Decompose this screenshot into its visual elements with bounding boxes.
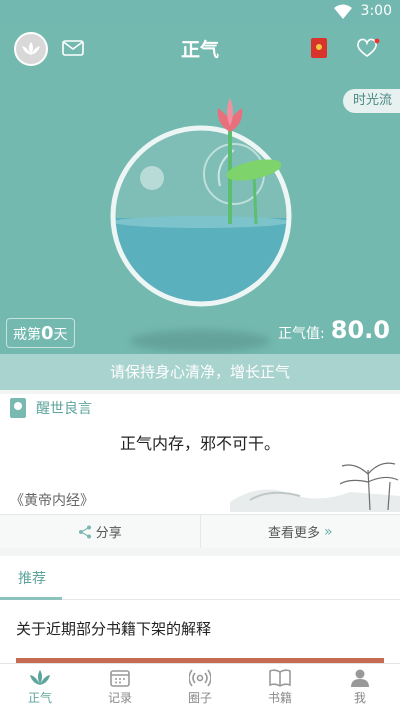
quote-source: 《黄帝内经》: [10, 493, 94, 509]
hero-panel: 正气 时光流 戒第0天 正气值: 80.0: [0, 24, 400, 354]
red-packet-icon[interactable]: [311, 38, 327, 58]
book-icon: [269, 669, 291, 687]
slogan-bar: 请保持身心清净，增长正气: [0, 354, 400, 390]
tab-recommend[interactable]: 推荐: [18, 568, 46, 588]
share-label: 分享: [95, 526, 122, 541]
qi-label: 正气值:: [278, 326, 325, 342]
quote-header: 醒世良言: [10, 398, 92, 418]
heart-icon[interactable]: [356, 38, 380, 58]
see-more-button[interactable]: 查看更多 »: [199, 515, 400, 548]
quote-heading: 醒世良言: [36, 401, 92, 417]
abstain-day-counter: 戒第0天: [6, 318, 75, 348]
tab-record[interactable]: 记录: [80, 664, 160, 711]
abstain-days: 0: [41, 323, 54, 344]
broadcast-icon: [189, 669, 211, 687]
status-bar: 3:00: [0, 0, 400, 24]
tab-zhengqi[interactable]: 正气: [0, 664, 80, 711]
article-title[interactable]: 关于近期部分书籍下架的解释: [16, 618, 211, 639]
quote-text: 正气内存，邪不可干。: [119, 434, 280, 453]
abstain-suffix: 天: [53, 327, 68, 343]
recommend-section: 推荐 关于近期部分书籍下架的解释: [0, 556, 400, 666]
see-more-label: 查看更多: [267, 526, 320, 541]
tab-label: 记录: [107, 691, 132, 705]
bottom-tab-bar: 正气 记录 圈子 书籍 我: [0, 663, 400, 711]
quote-actions: 分享 查看更多 »: [0, 514, 400, 548]
timeline-button[interactable]: 时光流: [342, 89, 400, 113]
wifi-icon: [334, 4, 352, 19]
tab-label: 书籍: [267, 691, 292, 705]
tab-books[interactable]: 书籍: [240, 664, 320, 711]
calendar-icon: [110, 670, 130, 687]
qi-number: 80.0: [330, 316, 390, 344]
lotus-icon: [30, 670, 50, 685]
location-pin-icon: [10, 398, 26, 418]
lotus-bowl[interactable]: [104, 94, 304, 354]
person-icon: [351, 669, 369, 687]
share-button[interactable]: 分享: [0, 515, 200, 548]
tab-label: 圈子: [187, 691, 212, 705]
top-bar: 正气: [0, 24, 400, 72]
tab-label: 我: [353, 691, 366, 705]
tab-circle[interactable]: 圈子: [160, 664, 240, 711]
ink-landscape-illustration: [230, 462, 400, 512]
tab-indicator: [0, 597, 62, 600]
bubble: [140, 166, 164, 190]
water: [113, 218, 289, 304]
bowl-shadow: [130, 330, 270, 352]
tab-me[interactable]: 我: [320, 664, 400, 711]
tab-label: 正气: [27, 691, 52, 705]
qi-value: 正气值: 80.0: [278, 316, 390, 344]
page-title: 正气: [180, 39, 219, 61]
app-screen: 3:00 正气 时光流 戒第0天 正气值: 80.0 请保持身心清净，增长正气 …: [0, 0, 400, 711]
double-chevron-right-icon: »: [323, 523, 333, 540]
recommend-tabs: 推荐: [0, 556, 400, 600]
share-icon: [78, 525, 91, 538]
status-time: 3:00: [360, 3, 392, 19]
quote-card: 醒世良言 正气内存，邪不可干。 《黄帝内经》 分享 查看更多 »: [0, 394, 400, 548]
abstain-prefix: 戒第: [13, 327, 41, 343]
